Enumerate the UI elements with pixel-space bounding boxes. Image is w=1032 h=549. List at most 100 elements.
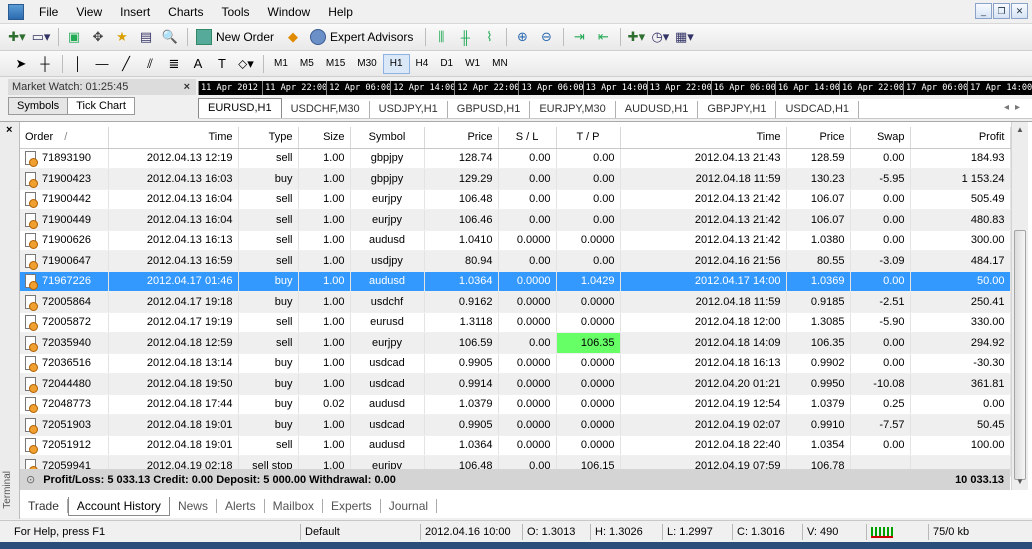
cursor-icon[interactable]: ➤ — [10, 54, 32, 74]
chart-tab-audusd-h1[interactable]: AUDUSD,H1 — [616, 101, 699, 118]
timeframe-m30[interactable]: M30 — [351, 55, 382, 73]
table-row[interactable]: 71900626 2012.04.13 16:13 sell 1.00 audusd 1.… — [20, 230, 1011, 251]
chart-tab-usdcad-h1[interactable]: USDCAD,H1 — [776, 101, 860, 118]
chart-tab-gbpjpy-h1[interactable]: GBPJPY,H1 — [698, 101, 777, 118]
timeframe-m15[interactable]: M15 — [320, 55, 351, 73]
market-watch-icon[interactable]: ▣ — [63, 27, 85, 47]
column-header-order[interactable]: Order / — [20, 127, 109, 149]
table-row[interactable]: 72051903 2012.04.18 19:01 buy 1.00 usdcad 0.9… — [20, 414, 1011, 436]
tab-news[interactable]: News — [170, 499, 217, 513]
column-header-close-price[interactable]: Price — [786, 127, 851, 149]
table-row[interactable]: 72005872 2012.04.17 19:19 sell 1.00 eurusd 1.… — [20, 312, 1011, 333]
column-header-profit[interactable]: Profit — [910, 127, 1011, 149]
strategy-tester-icon[interactable]: 🔍 — [159, 27, 181, 47]
indicators-icon[interactable]: ✚▾ — [625, 27, 647, 47]
new-order-button[interactable]: New Order — [192, 27, 278, 48]
menu-charts[interactable]: Charts — [159, 1, 212, 23]
timeframe-w1[interactable]: W1 — [459, 55, 486, 73]
crosshair-icon[interactable]: ┼ — [34, 54, 56, 74]
periods-icon[interactable]: ◷▾ — [649, 27, 671, 47]
table-row[interactable]: 72044480 2012.04.18 19:50 buy 1.00 usdcad 0.9… — [20, 373, 1011, 395]
line-chart-icon[interactable]: ⌇ — [478, 27, 500, 47]
timeframe-m5[interactable]: M5 — [294, 55, 320, 73]
table-row[interactable]: 71967226 2012.04.17 01:46 buy 1.00 audusd 1.0… — [20, 271, 1011, 292]
close-icon[interactable]: ✕ — [1011, 3, 1028, 19]
table-row[interactable]: 72051912 2012.04.18 19:01 sell 1.00 audusd 1.… — [20, 435, 1011, 456]
tab-alerts[interactable]: Alerts — [217, 499, 265, 513]
candlestick-icon[interactable]: ╫ — [454, 27, 476, 47]
chart-tab-usdjpy-h1[interactable]: USDJPY,H1 — [370, 101, 448, 118]
timeframe-m1[interactable]: M1 — [268, 55, 294, 73]
terminal-icon[interactable]: ▤ — [135, 27, 157, 47]
menu-file[interactable]: File — [30, 1, 67, 23]
fibonacci-icon[interactable]: ≣ — [163, 54, 185, 74]
chart-tab-usdchf-m30[interactable]: USDCHF,M30 — [282, 101, 370, 118]
tab-journal[interactable]: Journal — [381, 499, 438, 513]
connection-status[interactable] — [866, 524, 926, 540]
equidistant-channel-icon[interactable]: ⫽ — [139, 54, 161, 74]
column-header-size[interactable]: Size — [298, 127, 351, 149]
horizontal-line-icon[interactable]: — — [91, 54, 113, 74]
scroll-up-icon[interactable]: ▲ — [1012, 122, 1028, 138]
timeframe-h4[interactable]: H4 — [410, 55, 435, 73]
restore-icon[interactable]: ❐ — [993, 3, 1010, 19]
table-row[interactable]: 71900449 2012.04.13 16:04 sell 1.00 eurjpy 10… — [20, 209, 1011, 231]
chart-shift-icon[interactable]: ⇤ — [592, 27, 614, 47]
bar-chart-icon[interactable]: ⫼ — [430, 27, 452, 47]
table-row[interactable]: 72048773 2012.04.18 17:44 buy 0.02 audusd 1.0… — [20, 394, 1011, 415]
menu-view[interactable]: View — [67, 1, 111, 23]
table-row[interactable]: 71900423 2012.04.13 16:03 buy 1.00 gbpjpy 129… — [20, 168, 1011, 190]
metaeditor-icon[interactable]: ◆ — [282, 27, 304, 47]
zoom-in-icon[interactable]: ⊕ — [511, 27, 533, 47]
expert-advisors-button[interactable]: Expert Advisors — [306, 27, 417, 48]
vertical-scrollbar[interactable]: ▲ ▼ — [1011, 122, 1028, 490]
text-icon[interactable]: A — [187, 54, 209, 74]
new-chart-icon[interactable]: ✚▾ — [6, 27, 28, 47]
minimize-icon[interactable]: _ — [975, 3, 992, 19]
column-header-open-price[interactable]: Price — [424, 127, 499, 149]
column-header-close-time[interactable]: Time — [620, 127, 787, 149]
templates-icon[interactable]: ▦▾ — [673, 27, 695, 47]
column-header-type[interactable]: Type — [238, 127, 299, 149]
close-icon[interactable]: × — [184, 79, 190, 95]
table-row[interactable]: 72036516 2012.04.18 13:14 buy 1.00 usdcad 0.9… — [20, 353, 1011, 374]
close-icon[interactable]: × — [6, 124, 12, 136]
trendline-icon[interactable]: ╱ — [115, 54, 137, 74]
table-row[interactable]: 71900647 2012.04.13 16:59 sell 1.00 usdjpy 80… — [20, 250, 1011, 272]
auto-scroll-icon[interactable]: ⇥ — [568, 27, 590, 47]
menu-window[interactable]: Window — [259, 1, 320, 23]
tab-experts[interactable]: Experts — [323, 499, 381, 513]
chart-tab-gbpusd-h1[interactable]: GBPUSD,H1 — [448, 101, 531, 118]
chart-tab-eurjpy-m30[interactable]: EURJPY,M30 — [530, 101, 616, 118]
scrollbar-thumb[interactable] — [1014, 230, 1026, 480]
menu-tools[interactable]: Tools — [213, 1, 259, 23]
vertical-line-icon[interactable]: │ — [67, 54, 89, 74]
chart-tab-eurusd-h1[interactable]: EURUSD,H1 — [198, 98, 282, 118]
tab-trade[interactable]: Trade — [20, 499, 68, 513]
table-row[interactable]: 71900442 2012.04.13 16:04 sell 1.00 eurjpy 10… — [20, 189, 1011, 210]
tab-tick-chart[interactable]: Tick Chart — [67, 97, 135, 115]
arrows-icon[interactable]: ⬦▾ — [235, 54, 257, 74]
tab-account-history[interactable]: Account History — [67, 496, 170, 516]
scroll-down-icon[interactable]: ▼ — [1012, 474, 1028, 490]
column-header-stop-loss[interactable]: S / L — [498, 127, 557, 149]
navigator-icon[interactable]: ★ — [111, 27, 133, 47]
timeframe-d1[interactable]: D1 — [434, 55, 459, 73]
column-header-swap[interactable]: Swap — [850, 127, 911, 149]
table-row[interactable]: 72005864 2012.04.17 19:18 buy 1.00 usdchf 0.9… — [20, 291, 1011, 313]
column-header-open-time[interactable]: Time — [108, 127, 239, 149]
menu-help[interactable]: Help — [319, 1, 362, 23]
table-row[interactable]: 71893190 2012.04.13 12:19 sell 1.00 gbpjpy 12… — [20, 148, 1011, 169]
data-window-icon[interactable]: ✥ — [87, 27, 109, 47]
text-label-icon[interactable]: T — [211, 54, 233, 74]
menu-insert[interactable]: Insert — [111, 1, 159, 23]
timeframe-mn[interactable]: MN — [486, 55, 514, 73]
profiles-icon[interactable]: ▭▾ — [30, 27, 52, 47]
zoom-out-icon[interactable]: ⊖ — [535, 27, 557, 47]
chart-tab-scroll-arrows-icon[interactable]: ◂▸ — [1004, 102, 1026, 113]
timeframe-h1[interactable]: H1 — [382, 53, 410, 74]
column-header-take-profit[interactable]: T / P — [556, 127, 621, 149]
column-header-symbol[interactable]: Symbol — [350, 127, 425, 149]
tab-mailbox[interactable]: Mailbox — [265, 499, 323, 513]
tab-symbols[interactable]: Symbols — [8, 97, 69, 115]
